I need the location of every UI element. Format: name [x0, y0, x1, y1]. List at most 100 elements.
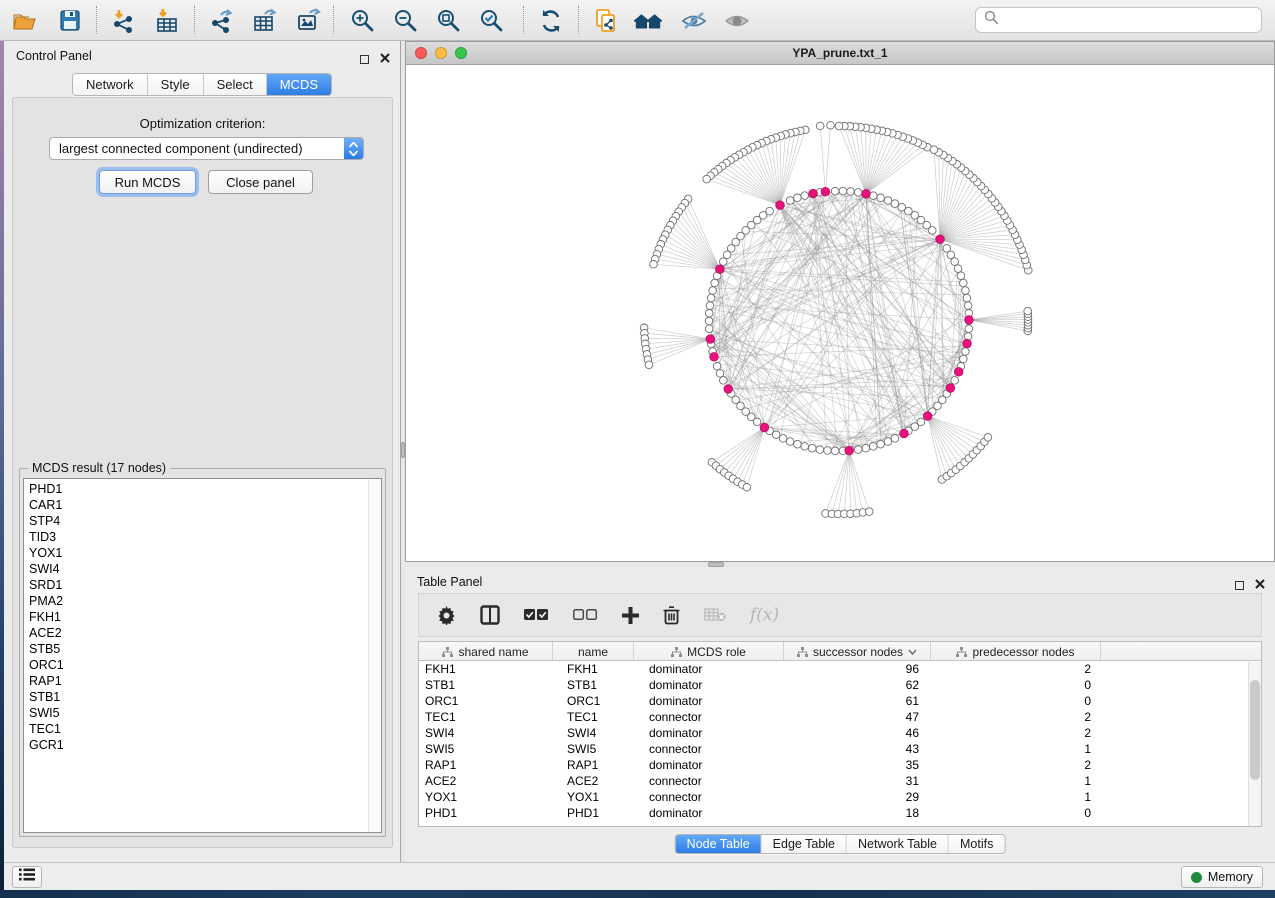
cell-name[interactable]: YOX1	[553, 789, 634, 805]
cell-shared-name[interactable]: SWI5	[419, 741, 553, 757]
cell-predecessor-nodes[interactable]: 1	[931, 789, 1101, 805]
graph-node-mcds[interactable]	[923, 412, 932, 421]
zoom-selected-icon[interactable]	[477, 6, 507, 36]
tab-select[interactable]: Select	[204, 74, 267, 95]
graph-node[interactable]	[720, 258, 728, 266]
graph-node-mcds[interactable]	[946, 384, 955, 393]
graph-node[interactable]	[954, 265, 962, 273]
graph-node[interactable]	[705, 325, 713, 333]
graph-node[interactable]	[884, 197, 892, 205]
graph-node[interactable]	[960, 279, 968, 287]
table-scrollbar[interactable]	[1248, 662, 1261, 826]
graph-node[interactable]	[962, 348, 970, 356]
cell-MCDS-role[interactable]: connector	[634, 773, 784, 789]
table-row[interactable]: SWI4SWI4dominator462	[419, 725, 1261, 741]
graph-node[interactable]	[779, 435, 787, 443]
cell-MCDS-role[interactable]: dominator	[634, 757, 784, 773]
mcds-result-item[interactable]: SRD1	[24, 577, 381, 593]
graph-node[interactable]	[877, 194, 885, 202]
mcds-result-item[interactable]: TEC1	[24, 721, 381, 737]
delete-column-icon[interactable]	[663, 606, 680, 625]
graph-node[interactable]	[794, 440, 802, 448]
cell-successor-nodes[interactable]: 46	[784, 725, 931, 741]
graph-node-mcds[interactable]	[963, 339, 972, 348]
graph-node-mcds[interactable]	[936, 235, 945, 244]
mcds-result-item[interactable]: FKH1	[24, 609, 381, 625]
graph-node[interactable]	[917, 418, 925, 426]
cell-predecessor-nodes[interactable]: 0	[931, 805, 1101, 821]
mcds-result-item[interactable]: GCR1	[24, 737, 381, 753]
close-panel-button[interactable]: Close panel	[208, 170, 313, 194]
table-row[interactable]: RAP1RAP1dominator352	[419, 757, 1261, 773]
cell-MCDS-role[interactable]: dominator	[634, 725, 784, 741]
network-view[interactable]	[406, 65, 1274, 561]
cell-successor-nodes[interactable]: 43	[784, 741, 931, 757]
column-layout-icon[interactable]	[480, 605, 500, 625]
graph-node-mcds[interactable]	[706, 335, 715, 344]
cell-name[interactable]: PHD1	[553, 805, 634, 821]
graph-node[interactable]	[964, 302, 972, 310]
graph-node[interactable]	[650, 261, 658, 269]
graph-node[interactable]	[743, 483, 751, 491]
select-all-checks-icon[interactable]	[524, 609, 549, 621]
cell-MCDS-role[interactable]: dominator	[634, 677, 784, 693]
cell-shared-name[interactable]: SWI4	[419, 725, 553, 741]
graph-node[interactable]	[870, 443, 878, 451]
column-header-predecessor-nodes[interactable]: predecessor nodes	[931, 642, 1101, 661]
export-network-icon[interactable]	[206, 6, 236, 36]
table-row[interactable]: PHD1PHD1dominator180	[419, 805, 1261, 821]
table-row[interactable]: ORC1ORC1dominator610	[419, 693, 1261, 709]
graph-node[interactable]	[884, 438, 892, 446]
cell-predecessor-nodes[interactable]: 2	[931, 661, 1101, 677]
tab-style[interactable]: Style	[148, 74, 204, 95]
cell-name[interactable]: TEC1	[553, 709, 634, 725]
cell-successor-nodes[interactable]: 96	[784, 661, 931, 677]
float-panel-icon[interactable]	[360, 55, 369, 64]
cell-MCDS-role[interactable]: dominator	[634, 661, 784, 677]
cell-name[interactable]: STB1	[553, 677, 634, 693]
graph-node-mcds[interactable]	[710, 353, 719, 362]
table-row[interactable]: STB1STB1dominator620	[419, 677, 1261, 693]
cell-shared-name[interactable]: FKH1	[419, 661, 553, 677]
network-window-titlebar[interactable]: YPA_prune.txt_1	[406, 42, 1274, 65]
graph-node[interactable]	[854, 446, 862, 454]
graph-node[interactable]	[862, 444, 870, 452]
deselect-all-checks-icon[interactable]	[573, 609, 598, 621]
mcds-result-item[interactable]: PHD1	[24, 481, 381, 497]
scrollbar-thumb[interactable]	[1250, 680, 1260, 780]
graph-node[interactable]	[786, 438, 794, 446]
cell-name[interactable]: ORC1	[553, 693, 634, 709]
graph-node[interactable]	[816, 122, 824, 130]
graph-node[interactable]	[703, 175, 711, 183]
mcds-result-item[interactable]: RAP1	[24, 673, 381, 689]
graph-node-mcds[interactable]	[809, 189, 818, 198]
mcds-result-item[interactable]: YOX1	[24, 545, 381, 561]
cell-shared-name[interactable]: ORC1	[419, 693, 553, 709]
tab-motifs[interactable]: Motifs	[949, 835, 1004, 853]
tab-network-table[interactable]: Network Table	[847, 835, 949, 853]
graph-node[interactable]	[847, 188, 855, 196]
float-panel-icon[interactable]	[1235, 581, 1244, 590]
tab-network[interactable]: Network	[73, 74, 148, 95]
table-row[interactable]: TEC1TEC1connector472	[419, 709, 1261, 725]
graph-node[interactable]	[772, 431, 780, 439]
run-mcds-button[interactable]: Run MCDS	[99, 170, 196, 194]
mcds-result-item[interactable]: SWI4	[24, 561, 381, 577]
cell-MCDS-role[interactable]: connector	[634, 741, 784, 757]
close-panel-icon[interactable]	[380, 50, 390, 68]
cell-shared-name[interactable]: PHD1	[419, 805, 553, 821]
mcds-result-item[interactable]: CAR1	[24, 497, 381, 513]
zoom-fit-icon[interactable]	[434, 6, 464, 36]
graph-node[interactable]	[711, 279, 719, 287]
graph-node[interactable]	[962, 287, 970, 295]
graph-node[interactable]	[963, 294, 971, 302]
clone-network-icon[interactable]	[591, 6, 621, 36]
cell-shared-name[interactable]: RAP1	[419, 757, 553, 773]
import-network-icon[interactable]	[108, 6, 138, 36]
export-image-icon[interactable]	[294, 6, 324, 36]
cell-shared-name[interactable]: STB1	[419, 677, 553, 693]
table-row[interactable]: FKH1FKH1dominator962	[419, 661, 1261, 677]
cell-predecessor-nodes[interactable]: 1	[931, 773, 1101, 789]
cell-name[interactable]: FKH1	[553, 661, 634, 677]
graph-node[interactable]	[1024, 307, 1032, 315]
